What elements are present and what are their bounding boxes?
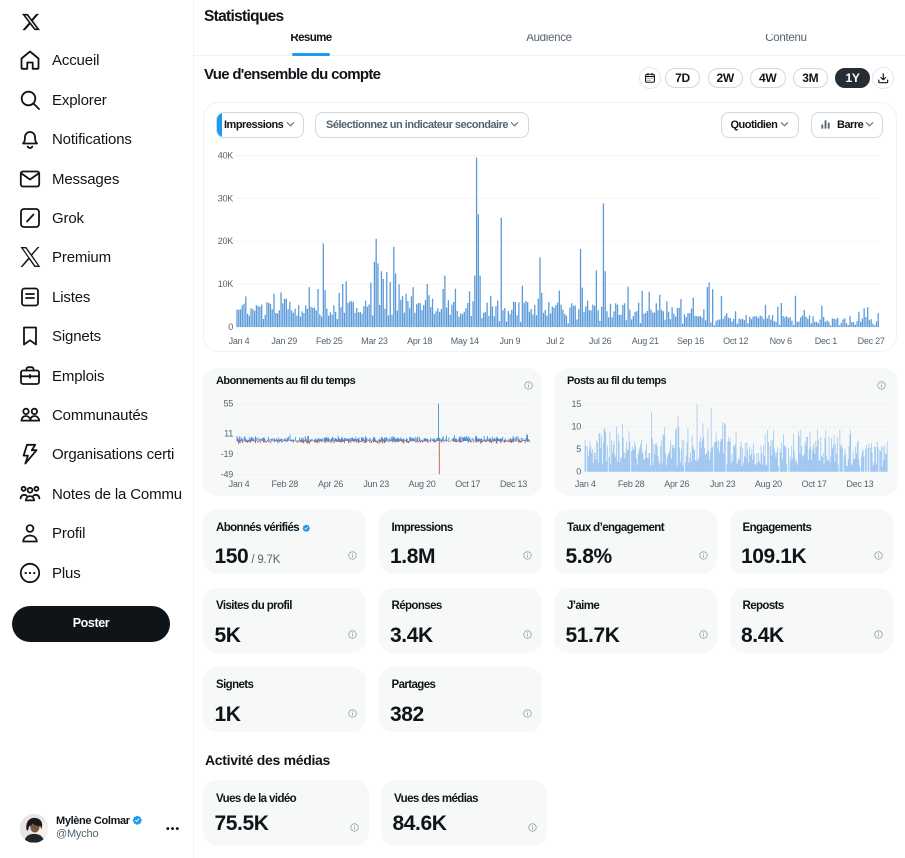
svg-text:Apr 26: Apr 26 (664, 479, 689, 489)
svg-text:Apr 26: Apr 26 (318, 479, 343, 489)
svg-text:55: 55 (223, 399, 233, 409)
svg-text:Mar 23: Mar 23 (361, 336, 388, 346)
svg-text:Feb 25: Feb 25 (316, 336, 343, 346)
svg-text:11: 11 (224, 429, 233, 439)
svg-text:May 14: May 14 (451, 336, 479, 346)
svg-text:Dec 13: Dec 13 (846, 479, 873, 489)
svg-text:Jan 29: Jan 29 (271, 336, 297, 346)
svg-text:Aug 20: Aug 20 (408, 479, 435, 489)
svg-text:Aug 20: Aug 20 (755, 479, 782, 489)
svg-text:20K: 20K (218, 236, 234, 246)
svg-text:0: 0 (576, 467, 581, 477)
svg-text:Dec 1: Dec 1 (815, 336, 838, 346)
svg-text:Jun 23: Jun 23 (710, 479, 736, 489)
svg-text:Jun 23: Jun 23 (363, 479, 389, 489)
svg-text:5: 5 (576, 444, 581, 454)
svg-text:40K: 40K (218, 151, 234, 161)
svg-text:Oct 17: Oct 17 (802, 479, 827, 489)
svg-text:Nov 6: Nov 6 (770, 336, 793, 346)
svg-text:Oct 12: Oct 12 (723, 336, 748, 346)
svg-text:Sep 16: Sep 16 (677, 336, 704, 346)
svg-text:10: 10 (571, 422, 581, 432)
svg-text:Dec 27: Dec 27 (858, 336, 885, 346)
svg-text:0: 0 (228, 322, 233, 332)
svg-text:Jun 9: Jun 9 (500, 336, 521, 346)
svg-text:Oct 17: Oct 17 (455, 479, 480, 489)
svg-text:30K: 30K (218, 193, 234, 203)
svg-text:10K: 10K (218, 279, 234, 289)
svg-text:Jan 4: Jan 4 (575, 479, 596, 489)
svg-text:Jul 26: Jul 26 (589, 336, 612, 346)
svg-text:Jan 4: Jan 4 (229, 336, 250, 346)
svg-text:-19: -19 (221, 449, 234, 459)
svg-text:-49: -49 (221, 469, 234, 479)
svg-text:Dec 13: Dec 13 (500, 479, 527, 489)
svg-text:Jan 4: Jan 4 (229, 479, 250, 489)
svg-text:Apr 18: Apr 18 (407, 336, 432, 346)
svg-text:Aug 21: Aug 21 (632, 336, 659, 346)
svg-text:Feb 28: Feb 28 (618, 479, 645, 489)
svg-text:15: 15 (571, 399, 581, 409)
svg-text:Feb 28: Feb 28 (272, 479, 299, 489)
svg-text:Jul 2: Jul 2 (546, 336, 564, 346)
